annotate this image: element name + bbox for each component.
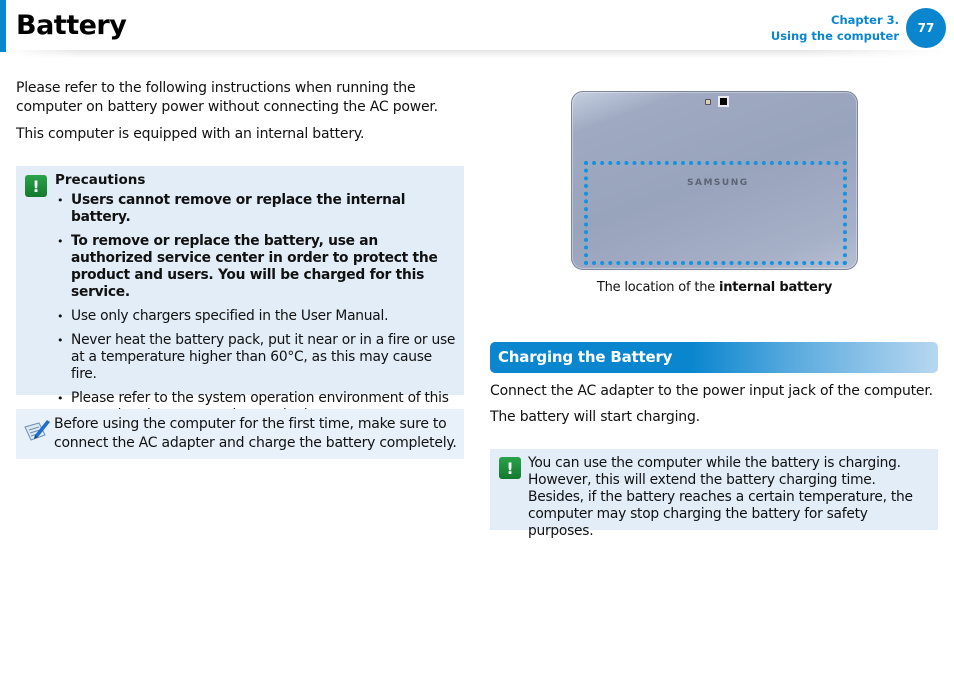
charging-paragraph-start: The battery will start charging. [490,409,700,425]
caption-prefix: The location of the [596,280,719,295]
figure-caption: The location of the internal battery [571,280,858,295]
header-divider [6,50,946,58]
charging-caution-text: You can use the computer while the batte… [528,455,913,539]
note-pencil-icon [24,420,50,441]
page-title: Battery [16,10,127,41]
caption-bold: internal battery [718,280,833,295]
header-accent-bar [0,0,6,52]
warning-exclamation-icon: ! [25,175,47,197]
charging-paragraph: Connect the AC adapter to the power inpu… [490,383,933,399]
note-text: Before using the computer for the first … [54,416,457,451]
flash-icon [705,99,711,105]
page-number-badge: 77 [906,8,946,48]
warning-exclamation-icon: ! [499,457,521,479]
tablet-back-image: SAMSUNG [571,91,858,270]
battery-location-figure: SAMSUNG [571,91,858,271]
camera-icon [718,96,729,107]
battery-area-highlight [584,161,847,265]
precaution-item: Use only chargers specified in the User … [55,308,460,325]
chapter-label: Chapter 3. Using the computer [771,12,899,44]
charging-caution-box: ! You can use the computer while the bat… [490,449,938,539]
precaution-item: Users cannot remove or replace the inter… [55,192,460,226]
intro-paragraph: Please refer to the following instructio… [16,80,438,115]
precautions-heading: Precautions [55,172,146,188]
note-box: Before using the computer for the first … [16,409,464,459]
chapter-number: Chapter 3. [831,13,899,27]
precaution-item: Never heat the battery pack, put it near… [55,332,460,383]
precautions-box: ! Precautions Users cannot remove or rep… [16,166,464,440]
section-title: Charging the Battery [498,348,673,366]
precaution-item: To remove or replace the battery, use an… [55,233,460,301]
section-header-charging: Charging the Battery [490,342,938,373]
chapter-title: Using the computer [770,29,899,43]
page-header: Battery Chapter 3. Using the computer 77 [0,0,954,58]
intro-paragraph-battery: This computer is equipped with an intern… [16,126,365,142]
